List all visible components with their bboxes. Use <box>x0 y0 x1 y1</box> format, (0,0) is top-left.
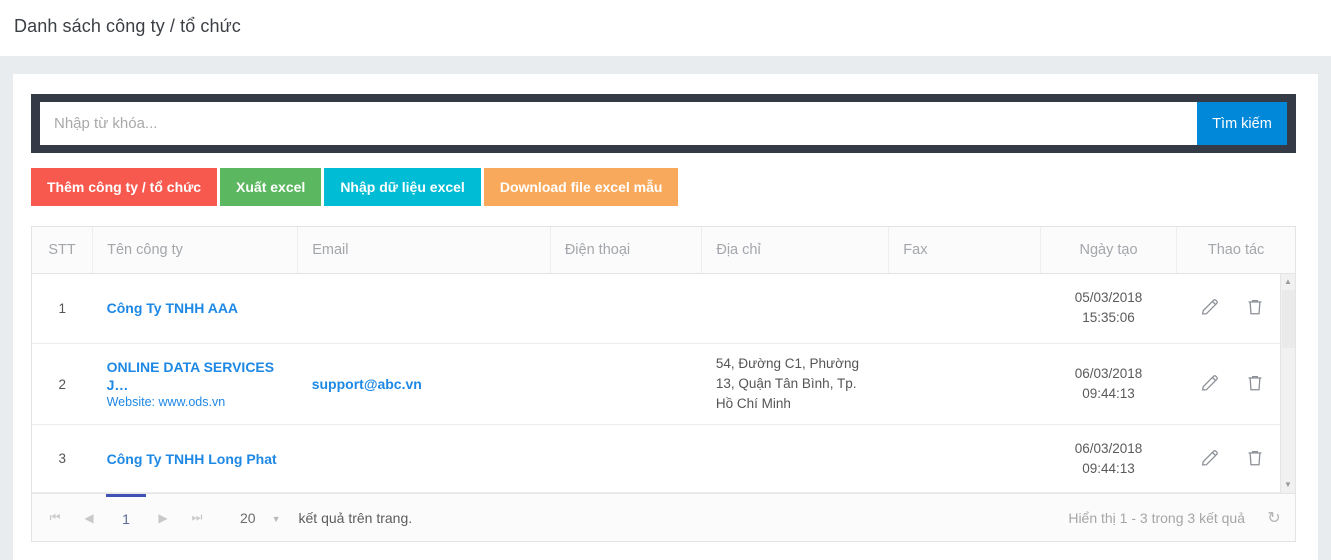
import-excel-button[interactable]: Nhập dữ liệu excel <box>324 168 481 206</box>
grid-vertical-scrollbar[interactable]: ▲ ▼ <box>1280 273 1295 493</box>
created-time: 09:44:13 <box>1082 386 1135 401</box>
pager-page-1[interactable]: 1 <box>106 494 146 540</box>
search-input[interactable] <box>40 102 1197 145</box>
column-header-fax[interactable]: Fax <box>888 227 1041 274</box>
column-header-stt[interactable]: STT <box>32 227 94 274</box>
delete-icon[interactable] <box>1244 296 1270 320</box>
grid-body-scroll-area: 1 Công Ty TNHH AAA 05/03/2018 15:35:06 2… <box>32 273 1295 493</box>
pager-prev-button[interactable]: ◀ <box>72 495 106 541</box>
download-template-button[interactable]: Download file excel mẫu <box>483 168 679 206</box>
column-header-email[interactable]: Email <box>297 227 551 274</box>
table-row[interactable]: 3 Công Ty TNHH Long Phat 06/03/2018 09:4… <box>32 424 1295 493</box>
chevron-down-icon: ▼ <box>271 513 281 524</box>
delete-icon[interactable] <box>1244 447 1270 471</box>
cell-actions <box>1176 273 1280 344</box>
search-button[interactable]: Tìm kiếm <box>1197 102 1287 145</box>
cell-email <box>297 424 551 493</box>
cell-created: 06/03/2018 09:44:13 <box>1040 424 1177 493</box>
cell-created: 06/03/2018 09:44:13 <box>1040 343 1177 425</box>
export-excel-button[interactable]: Xuất excel <box>220 168 322 206</box>
cell-phone <box>550 424 702 493</box>
cell-name: ONLINE DATA SERVICES J… Website: www.ods… <box>92 343 298 425</box>
cell-name: Công Ty TNHH AAA <box>92 273 298 344</box>
search-bar: Tìm kiếm <box>31 94 1296 153</box>
cell-phone <box>550 343 702 425</box>
cell-actions <box>1176 424 1280 493</box>
pager-first-button[interactable]: ⏮ <box>38 495 72 541</box>
column-header-actions: Thao tác <box>1176 227 1295 274</box>
edit-icon[interactable] <box>1199 296 1225 320</box>
cell-email <box>297 273 551 344</box>
cell-stt: 1 <box>32 273 93 344</box>
pagination-bar: ⏮ ◀ 1 ▶ ⏭ 20 ▼ kết quả trên trang. Hiển … <box>32 493 1295 541</box>
card-bottom-spacer <box>35 542 1296 560</box>
cell-stt: 3 <box>32 424 93 493</box>
delete-icon[interactable] <box>1244 372 1270 396</box>
cell-address <box>701 424 889 493</box>
refresh-icon[interactable]: ↻ <box>1265 508 1283 528</box>
page-size-value: 20 <box>240 509 256 526</box>
cell-email: support@abc.vn <box>297 343 551 425</box>
edit-icon[interactable] <box>1199 372 1225 396</box>
email-link[interactable]: support@abc.vn <box>312 376 422 392</box>
table-row[interactable]: 1 Công Ty TNHH AAA 05/03/2018 15:35:06 <box>32 273 1295 344</box>
cell-address: 54, Đường C1, Phường 13, Quận Tân Bình, … <box>701 343 889 425</box>
content-card: Tìm kiếm Thêm công ty / tổ chức Xuất exc… <box>13 74 1318 560</box>
company-name-link[interactable]: Công Ty TNHH AAA <box>107 299 284 317</box>
created-time: 09:44:13 <box>1082 460 1135 476</box>
cell-stt: 2 <box>32 343 93 425</box>
pager-next-button[interactable]: ▶ <box>146 495 180 541</box>
column-header-name[interactable]: Tên công ty <box>92 227 299 274</box>
pager-last-button[interactable]: ⏭ <box>180 495 214 541</box>
scrollbar-thumb[interactable] <box>1282 289 1295 348</box>
created-date: 06/03/2018 <box>1074 440 1143 456</box>
scroll-down-arrow[interactable]: ▼ <box>1281 478 1295 492</box>
column-header-created[interactable]: Ngày tạo <box>1040 227 1178 274</box>
page-header: Danh sách công ty / tổ chức <box>0 0 1331 56</box>
table-row[interactable]: 2 ONLINE DATA SERVICES J… Website: www.o… <box>32 343 1295 425</box>
created-date: 05/03/2018 <box>1074 290 1143 306</box>
cell-fax <box>888 424 1041 493</box>
add-company-button[interactable]: Thêm công ty / tổ chức <box>31 168 218 206</box>
cell-address <box>701 273 889 344</box>
per-page-label: kết quả trên trang. <box>298 509 413 526</box>
grid-header-row: STT Tên công ty Email Điện thoại Địa chỉ… <box>32 227 1295 274</box>
company-name-link[interactable]: Công Ty TNHH Long Phat <box>107 450 284 468</box>
created-time: 15:35:06 <box>1082 310 1135 326</box>
cell-phone <box>550 273 702 344</box>
action-button-group: Thêm công ty / tổ chức Xuất excel Nhập d… <box>31 168 1296 206</box>
page-title: Danh sách công ty / tổ chức <box>14 16 241 36</box>
edit-icon[interactable] <box>1199 447 1225 471</box>
cell-fax <box>888 343 1041 425</box>
cell-created: 05/03/2018 15:35:06 <box>1040 273 1177 344</box>
company-website[interactable]: Website: www.ods.vn <box>107 394 284 411</box>
column-header-address[interactable]: Địa chỉ <box>701 227 890 274</box>
result-count-info: Hiển thị 1 - 3 trong 3 kết quả <box>1068 509 1245 526</box>
company-grid: STT Tên công ty Email Điện thoại Địa chỉ… <box>31 226 1296 542</box>
grid-header-table: STT Tên công ty Email Điện thoại Địa chỉ… <box>32 227 1295 274</box>
page-size-select[interactable]: 20 ▼ <box>240 510 281 526</box>
created-date: 06/03/2018 <box>1074 366 1143 381</box>
cell-name: Công Ty TNHH Long Phat <box>92 424 298 493</box>
cell-actions <box>1176 343 1280 425</box>
cell-fax <box>888 273 1041 344</box>
company-name-link[interactable]: ONLINE DATA SERVICES J… <box>107 358 284 394</box>
column-header-phone[interactable]: Điện thoại <box>550 227 703 274</box>
scroll-up-arrow[interactable]: ▲ <box>1281 275 1295 289</box>
grid-body-table: 1 Công Ty TNHH AAA 05/03/2018 15:35:06 2… <box>32 273 1295 493</box>
